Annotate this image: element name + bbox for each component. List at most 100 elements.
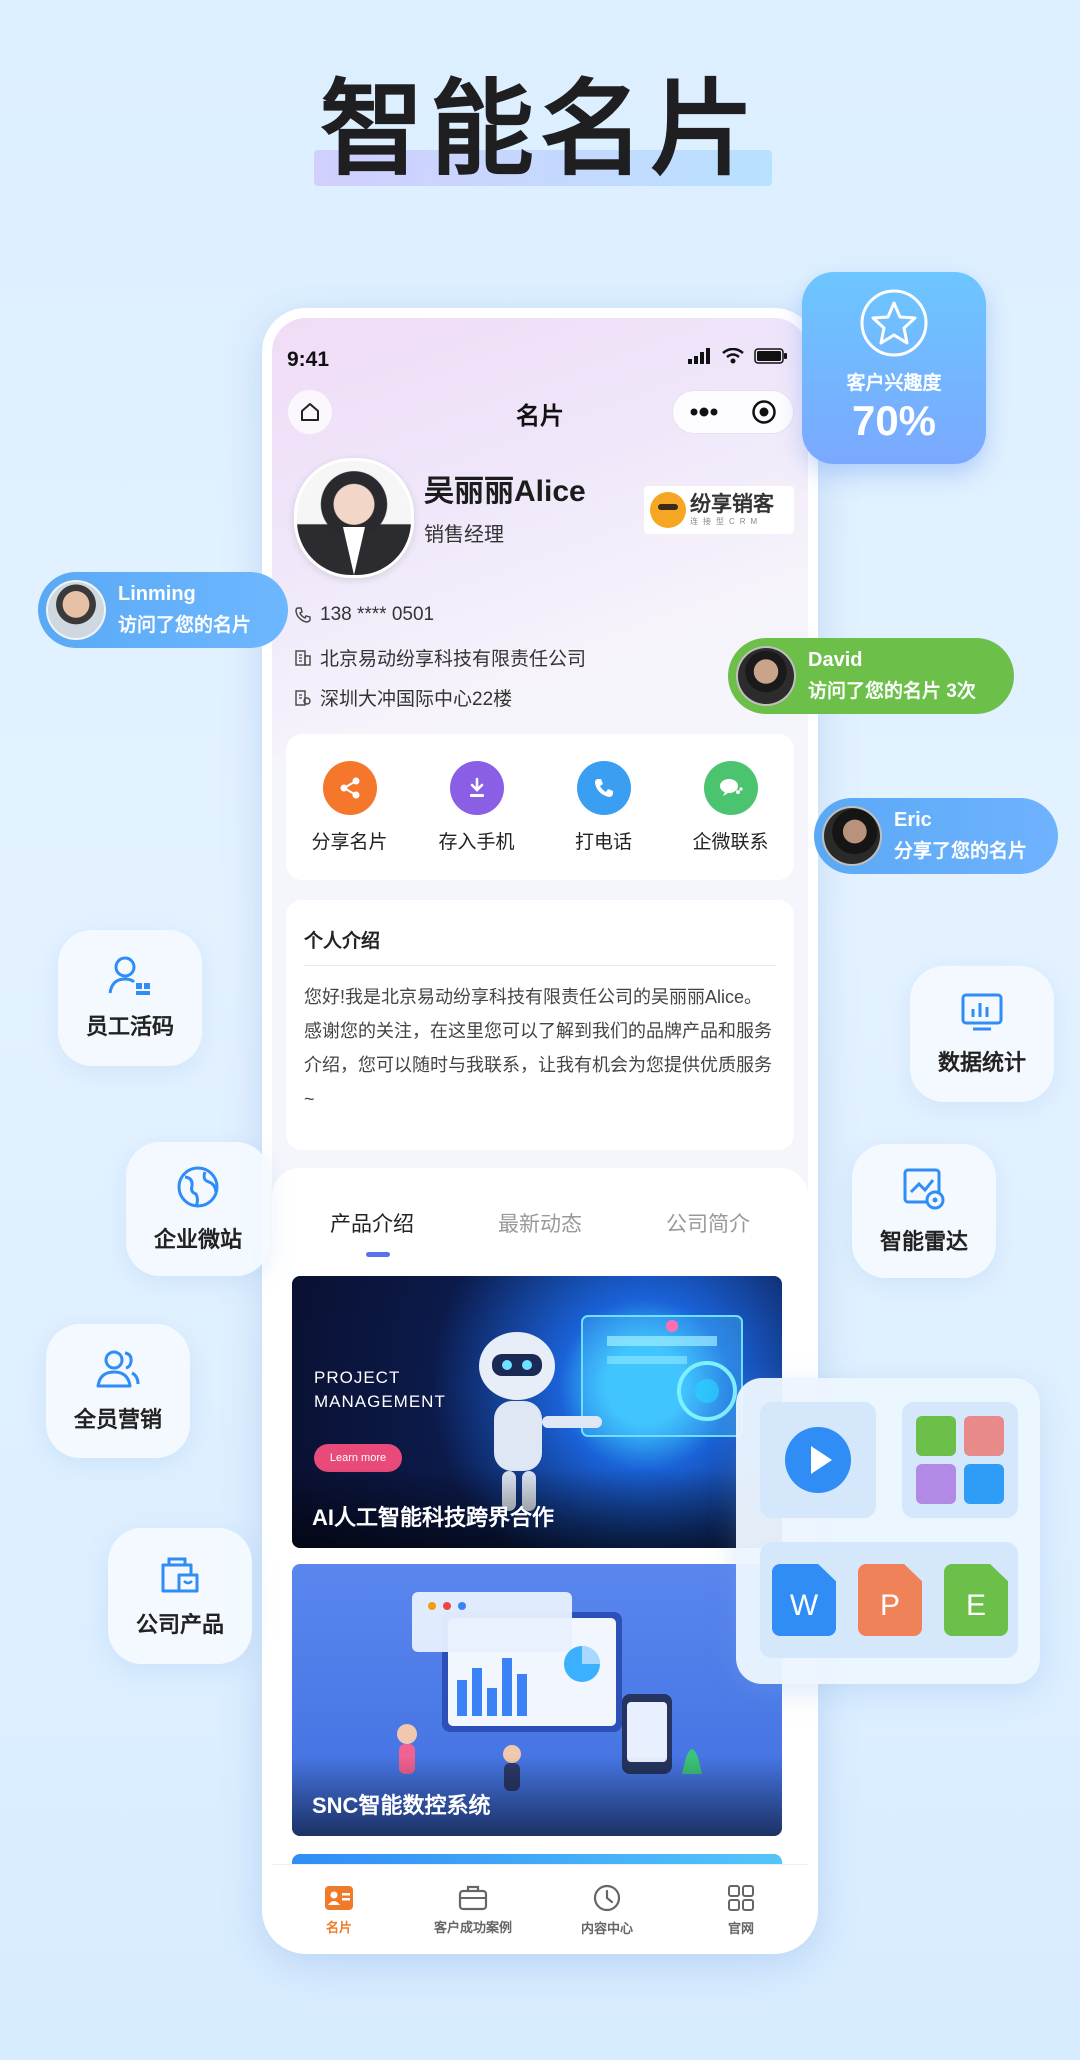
company-name: 北京易动纷享科技有限责任公司 [320,649,587,670]
battery-icon [754,348,787,364]
documents-tile[interactable]: W P E [760,1542,1018,1658]
feature-label: 数据统计 [937,1050,1026,1075]
bee-logo-icon [650,492,686,528]
call-button[interactable]: 打电话 [544,760,664,854]
feature-label: 智能雷达 [879,1229,968,1254]
notification-eric[interactable]: Eric 分享了您的名片 [814,798,1058,874]
feature-label: 公司产品 [135,1612,224,1637]
card-icon [325,1885,353,1910]
feature-label: 全员营销 [73,1407,162,1432]
page-headline: 智能名片 [313,72,773,188]
bottom-nav: 名片 客户成功案例 内容中心 官网 [272,1864,808,1944]
bottom-nav-content[interactable]: 内容中心 [542,1884,672,1937]
bottom-nav-website[interactable]: 官网 [676,1884,806,1937]
app-square-icon [916,1464,956,1504]
address-text: 深圳大冲国际中心22楼 [320,689,513,710]
bottom-nav-card[interactable]: 名片 [274,1885,404,1936]
headline-wrap: 智能名片 [0,70,1080,190]
share-icon [322,760,377,815]
feature-company-products[interactable]: 公司产品 [108,1528,252,1664]
wifi-icon [722,348,744,364]
status-icons [688,348,788,364]
address-icon [295,689,311,706]
tab-indicator [366,1252,390,1257]
notification-name: Eric [894,809,932,831]
feature-label: 员工活码 [85,1014,174,1039]
excel-doc-icon: E [944,1564,1008,1636]
briefcase-icon [458,1885,488,1910]
interest-card: 客户兴趣度 70% [802,272,986,464]
avatar [46,580,106,640]
notification-david[interactable]: David 访问了您的名片 3次 [728,638,1014,714]
notification-name: Linming [118,583,196,605]
phone-row[interactable]: 138 **** 0501 [294,604,434,626]
banner-snc[interactable]: SNC智能数控系统 [292,1564,782,1836]
phone-icon [576,760,631,815]
signal-icon [688,348,710,364]
tab-news[interactable]: 最新动态 [498,1208,582,1238]
feature-radar[interactable]: 智能雷达 [852,1144,996,1278]
globe-icon [177,1166,219,1208]
nav-label: 客户成功案例 [433,1919,512,1935]
address-row[interactable]: 深圳大冲国际中心22楼 [294,684,512,711]
banner-overlay-text: PROJECT MANAGEMENT [314,1368,446,1411]
nav-label: 名片 [325,1919,352,1935]
nav-label: 内容中心 [580,1920,633,1936]
share-card-button[interactable]: 分享名片 [290,760,410,854]
profile-name: 吴丽丽Alice [424,475,586,508]
interest-value: 70% [851,397,937,444]
close-target-icon[interactable] [751,399,777,425]
notification-linming[interactable]: Linming 访问了您的名片 [38,572,288,648]
action-card: 分享名片 存入手机 打电话 企微联系 [286,734,794,880]
monitor-chart-icon [961,993,1003,1031]
intro-body: 您好!我是北京易动纷享科技有限责任公司的吴丽丽Alice。感谢您的关注，在这里您… [304,987,772,1109]
interest-label: 客户兴趣度 [846,373,942,394]
wecom-contact-button[interactable]: 企微联系 [671,760,791,854]
intro-card: 个人介绍 您好!我是北京易动纷享科技有限责任公司的吴丽丽Alice。感谢您的关注… [286,900,794,1150]
notification-name: David [808,649,863,671]
nav-label: 官网 [727,1920,754,1936]
company-row: 北京易动纷享科技有限责任公司 [294,644,586,671]
media-files-card: W P E [736,1378,1040,1684]
phone-outline-icon [295,607,311,623]
app-square-icon [916,1416,956,1456]
miniapp-capsule [672,390,794,434]
video-tile[interactable] [760,1402,876,1518]
logo-subtext: 连接型CRM [690,516,763,526]
feature-label: 企业微站 [153,1227,242,1252]
action-label: 打电话 [574,831,632,853]
feature-staff-code[interactable]: 员工活码 [58,930,202,1066]
building-icon [295,649,311,666]
star-icon [860,289,928,357]
ppt-doc-icon: P [858,1564,922,1636]
download-icon [449,760,504,815]
action-label: 分享名片 [311,831,388,853]
action-label: 存入手机 [438,831,515,853]
company-logo: 纷享销客 连接型CRM [644,486,794,534]
more-icon[interactable] [689,407,719,417]
phone-number: 138 **** 0501 [320,604,435,625]
radar-icon [903,1168,945,1210]
feature-data-stats[interactable]: 数据统计 [910,966,1054,1102]
tab-products[interactable]: 产品介绍 [330,1208,414,1238]
feature-all-staff-marketing[interactable]: 全员营销 [46,1324,190,1458]
person-code-icon [108,956,150,995]
avatar [822,806,882,866]
save-contact-button[interactable]: 存入手机 [417,760,537,854]
avatar [294,458,414,578]
notification-message: 访问了您的名片 [118,615,252,636]
apps-tile[interactable] [902,1402,1018,1518]
bottom-nav-cases[interactable]: 客户成功案例 [408,1885,538,1936]
intro-title: 个人介绍 [304,926,776,966]
phone-frame: 9:41 名片 吴丽丽Alice 销售经理 纷享销客 连接型CRM 138 **… [262,308,818,1954]
grid-icon [728,1884,754,1911]
profile-role: 销售经理 [424,524,504,546]
avatar [736,646,796,706]
feature-micro-site[interactable]: 企业微站 [126,1142,270,1276]
logo-text: 纷享销客 [690,492,774,516]
banner-ai[interactable]: PROJECT MANAGEMENT Learn more AI人工智能科技跨界… [292,1276,782,1548]
content-panel: 产品介绍 最新动态 公司简介 PROJECT MANAGEMENT Learn … [272,1168,808,1928]
app-square-icon [964,1416,1004,1456]
bag-icon [161,1557,199,1593]
tab-company[interactable]: 公司简介 [666,1208,750,1238]
